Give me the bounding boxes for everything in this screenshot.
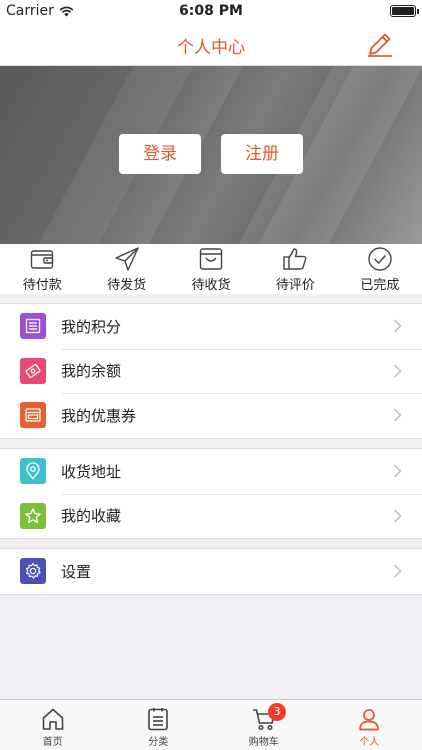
order-pending-payment[interactable]: 待付款 bbox=[0, 244, 84, 294]
profile-banner: 登录 注册 bbox=[0, 66, 422, 244]
chevron-right-icon bbox=[393, 508, 402, 523]
menu-group-address: 收货地址 我的收藏 bbox=[0, 448, 422, 539]
person-icon bbox=[359, 709, 380, 731]
wallet-icon bbox=[31, 250, 54, 269]
menu-item-label: 设置 bbox=[61, 562, 92, 581]
tab-profile[interactable]: 个人 bbox=[317, 700, 422, 750]
chevron-right-icon bbox=[393, 564, 402, 578]
menu-item-label: 我的余额 bbox=[61, 362, 122, 381]
order-status-bar: 待付款 待发货 待收货 待评价 已完成 bbox=[0, 244, 422, 294]
chevron-right-icon bbox=[393, 408, 402, 422]
order-status-label: 待发货 bbox=[107, 278, 147, 293]
menu-item-favorites[interactable]: 我的收藏 bbox=[0, 493, 422, 539]
check-circle-icon bbox=[368, 247, 392, 271]
menu-item-points[interactable]: 我的积分 bbox=[0, 304, 422, 349]
tab-label: 购物车 bbox=[248, 737, 279, 748]
menu-item-coupons[interactable]: 我的优惠券 bbox=[0, 393, 422, 438]
package-icon bbox=[199, 248, 223, 270]
status-time: 6:08 PM bbox=[179, 3, 243, 19]
tab-categories[interactable]: 分类 bbox=[106, 700, 212, 750]
register-button[interactable]: 注册 bbox=[221, 134, 303, 174]
menu-item-label: 我的收藏 bbox=[61, 507, 122, 526]
menu-item-label: 我的优惠券 bbox=[61, 406, 137, 425]
order-status-label: 待付款 bbox=[22, 278, 62, 293]
chevron-right-icon bbox=[393, 464, 402, 478]
page-title: 个人中心 bbox=[177, 38, 245, 58]
tab-bar: 首页 分类 购物车 3 个人 bbox=[0, 699, 422, 750]
clipboard-icon bbox=[148, 708, 169, 731]
star-icon bbox=[20, 502, 46, 529]
order-pending-review[interactable]: 待评价 bbox=[253, 244, 337, 294]
order-status-label: 已完成 bbox=[360, 278, 400, 293]
paper-plane-icon bbox=[114, 247, 139, 271]
gear-icon bbox=[20, 558, 46, 585]
tab-label: 首页 bbox=[42, 737, 63, 748]
thumbs-up-icon bbox=[283, 248, 307, 270]
chevron-right-icon bbox=[393, 319, 402, 333]
location-icon bbox=[20, 458, 46, 485]
order-pending-receipt[interactable]: 待收货 bbox=[169, 244, 253, 294]
order-completed[interactable]: 已完成 bbox=[338, 244, 422, 294]
tab-label: 个人 bbox=[359, 737, 380, 748]
menu-group-settings: 设置 bbox=[0, 548, 422, 595]
order-pending-shipment[interactable]: 待发货 bbox=[84, 244, 168, 294]
order-status-label: 待收货 bbox=[191, 278, 231, 293]
menu-item-settings[interactable]: 设置 bbox=[0, 549, 422, 594]
balance-icon bbox=[20, 357, 46, 384]
points-icon bbox=[20, 313, 46, 340]
menu-item-label: 收货地址 bbox=[61, 462, 122, 481]
login-button[interactable]: 登录 bbox=[119, 134, 201, 174]
chevron-right-icon bbox=[393, 363, 402, 378]
menu-item-balance[interactable]: 我的余额 bbox=[0, 348, 422, 394]
tab-cart[interactable]: 购物车 3 bbox=[211, 700, 317, 750]
menu-group-account: 我的积分 我的余额 我的优惠券 bbox=[0, 303, 422, 439]
home-icon bbox=[42, 708, 64, 730]
tab-label: 分类 bbox=[148, 737, 169, 748]
status-bar: Carrier 6:08 PM bbox=[0, 0, 422, 22]
tab-home[interactable]: 首页 bbox=[0, 700, 106, 750]
edit-icon[interactable] bbox=[366, 30, 394, 58]
menu-item-address[interactable]: 收货地址 bbox=[0, 449, 422, 494]
cart-badge: 3 bbox=[268, 703, 286, 721]
menu-item-label: 我的积分 bbox=[61, 317, 122, 336]
coupon-icon bbox=[20, 402, 46, 429]
nav-bar: 个人中心 bbox=[0, 22, 422, 66]
order-status-label: 待评价 bbox=[275, 278, 315, 293]
battery-icon bbox=[390, 5, 419, 17]
